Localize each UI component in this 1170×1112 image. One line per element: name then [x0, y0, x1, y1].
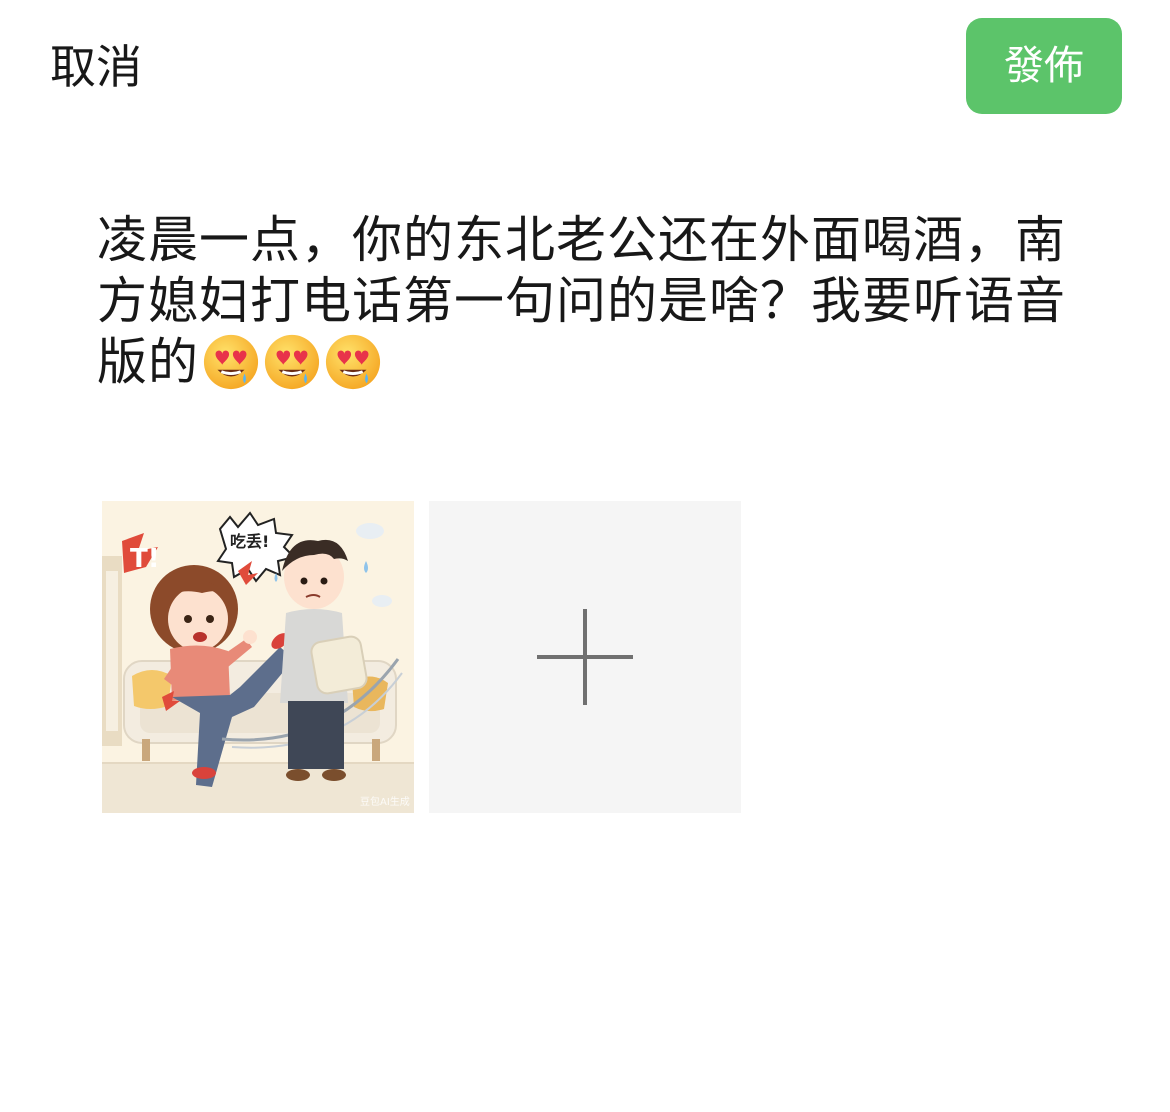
top-bar: 取消 發佈 [0, 0, 1170, 130]
cartoon-couple-kick-image: T! 吃丢! 豆包AI生成 [102, 501, 414, 813]
media-grid: T! 吃丢! 豆包AI生成 [102, 501, 742, 814]
emoji-row [199, 333, 382, 391]
image-watermark: 豆包AI生成 [360, 795, 410, 808]
burst-text: T! [130, 544, 160, 574]
attached-image-thumbnail[interactable]: T! 吃丢! 豆包AI生成 [102, 501, 414, 813]
cancel-button[interactable]: 取消 [50, 36, 142, 98]
heart-eyes-drooling-emoji [325, 334, 381, 390]
post-text-input[interactable]: 凌晨一点，你的东北老公还在外面喝酒，南方媳妇打电话第一句问的是啥？我要听语音版的 [97, 210, 1067, 393]
heart-eyes-drooling-emoji [264, 334, 320, 390]
add-image-button[interactable] [429, 501, 741, 813]
plus-icon [537, 609, 633, 705]
heart-eyes-drooling-emoji [203, 334, 259, 390]
bubble-text: 吃丢! [230, 532, 269, 551]
publish-button[interactable]: 發佈 [966, 18, 1122, 114]
